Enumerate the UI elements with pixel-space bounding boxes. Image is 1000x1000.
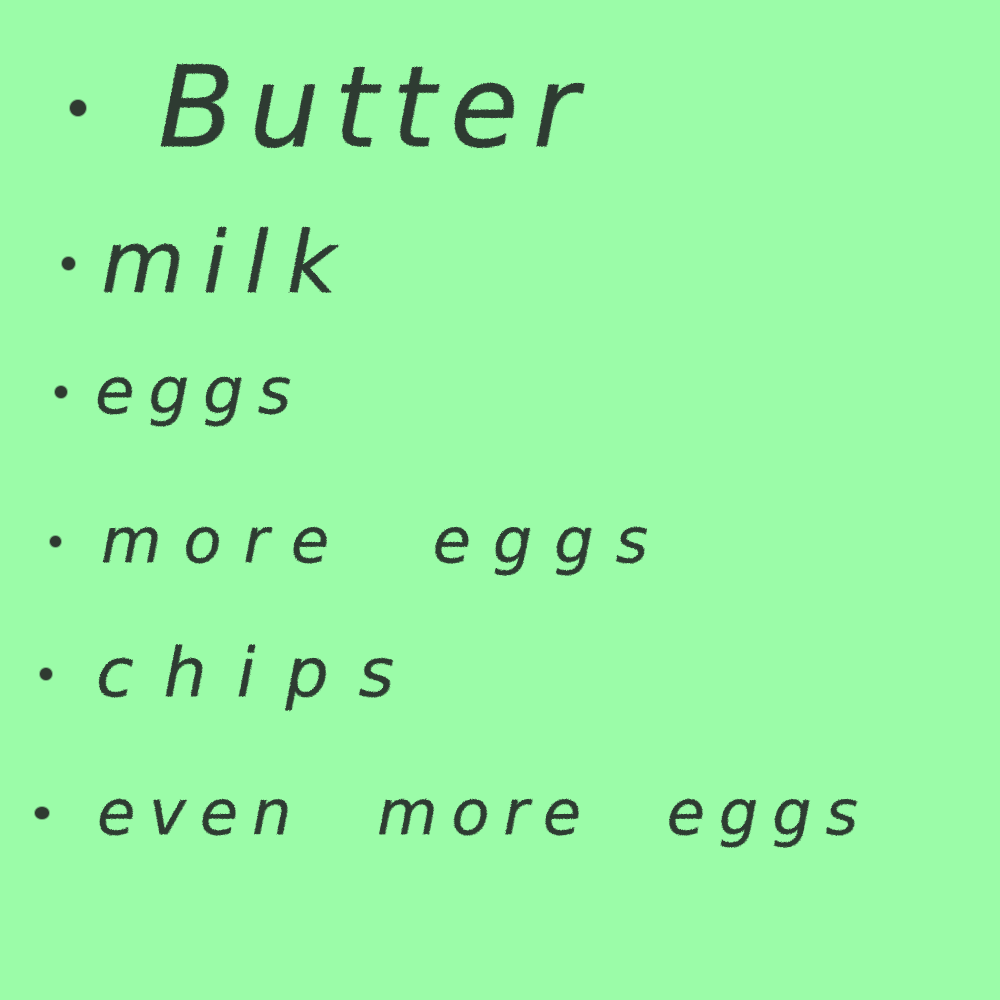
list-item-text: milk (101, 213, 355, 313)
list-item-text: Butter (158, 43, 593, 173)
bullet-dot (62, 256, 75, 270)
list-item-text: chips (96, 634, 424, 713)
list-item-text: even more eggs (97, 776, 872, 849)
bullet-dot (35, 807, 49, 819)
handwritten-note: Butter milk eggs more eggs chips even mo… (0, 0, 1000, 1000)
list-item: milk (62, 220, 354, 306)
bullet-dot (40, 668, 52, 680)
bullet-dot (55, 386, 67, 398)
list-item: even more eggs (35, 782, 872, 844)
list-item-text: eggs (95, 355, 305, 429)
list-item: eggs (55, 360, 305, 424)
bullet-dot (70, 100, 86, 116)
list-item: more eggs (50, 510, 670, 572)
list-item: chips (40, 640, 424, 708)
list-item-text: more eggs (101, 504, 670, 577)
list-item: Butter (70, 52, 593, 164)
bullet-dot (50, 535, 61, 547)
